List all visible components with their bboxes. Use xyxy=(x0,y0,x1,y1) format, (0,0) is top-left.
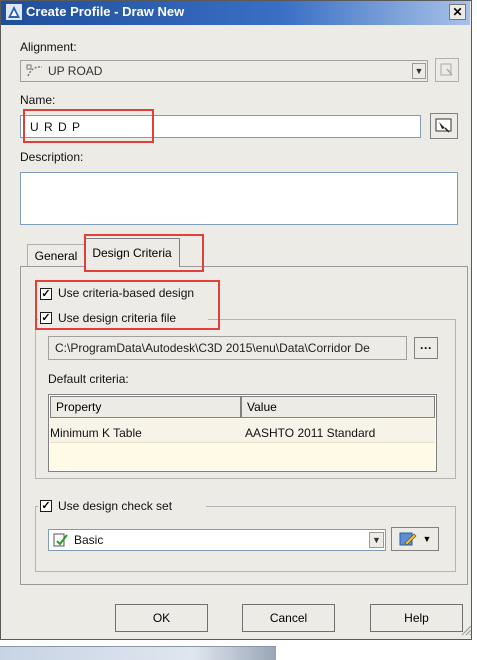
criteria-file-path[interactable]: C:\ProgramData\Autodesk\C3D 2015\enu\Dat… xyxy=(48,336,407,360)
alignment-value: UP ROAD xyxy=(48,64,103,78)
tab-general[interactable]: General xyxy=(27,244,85,266)
edit-name-template-icon xyxy=(435,118,452,133)
design-criteria-tab-highlight xyxy=(84,234,204,272)
tab-general-label: General xyxy=(34,248,78,263)
civil3d-app-icon xyxy=(6,4,22,20)
check-set-icon xyxy=(53,533,68,547)
select-from-drawing-icon xyxy=(440,63,453,76)
name-label: Name: xyxy=(20,93,56,107)
column-header-value[interactable]: Value xyxy=(241,396,435,418)
resize-grip-icon[interactable] xyxy=(460,624,472,636)
chevron-down-icon: ▼ xyxy=(422,534,432,544)
table-cell-value[interactable]: AASHTO 2011 Standard xyxy=(245,426,375,440)
use-design-check-set-label: Use design check set xyxy=(58,499,173,513)
use-design-check-set-checkbox[interactable]: ✓ xyxy=(40,500,52,512)
description-label: Description: xyxy=(20,150,84,164)
cancel-button[interactable]: Cancel xyxy=(242,604,335,632)
column-header-property-label: Property xyxy=(56,400,102,414)
pick-alignment-button[interactable] xyxy=(435,58,459,82)
name-template-button[interactable] xyxy=(430,113,458,139)
name-highlight-box xyxy=(23,109,154,143)
window-title: Create Profile - Draw New xyxy=(26,4,185,19)
criteria-file-path-text: C:\ProgramData\Autodesk\C3D 2015\enu\Dat… xyxy=(55,341,370,355)
description-input[interactable] xyxy=(20,172,458,225)
close-button[interactable]: ✕ xyxy=(449,4,466,20)
help-button[interactable]: Help xyxy=(370,604,463,632)
chevron-down-icon: ▼ xyxy=(372,535,381,545)
criteria-checkboxes-highlight xyxy=(35,280,220,330)
chevron-down-icon: ▼ xyxy=(414,66,424,76)
ok-button[interactable]: OK xyxy=(115,604,208,632)
edit-check-set-button[interactable]: ▼ xyxy=(391,527,439,551)
alignment-dropdown-button[interactable]: ▼ xyxy=(412,63,426,79)
taskbar-strip xyxy=(0,646,276,660)
cancel-button-label: Cancel xyxy=(269,611,308,625)
check-set-dropdown-button[interactable]: ▼ xyxy=(369,532,384,548)
check-set-value: Basic xyxy=(74,533,104,547)
ellipsis-icon: ··· xyxy=(420,341,432,355)
table-cell-property: Minimum K Table xyxy=(50,426,142,440)
default-criteria-label: Default criteria: xyxy=(48,372,129,386)
column-header-property[interactable]: Property xyxy=(50,396,241,418)
ok-button-label: OK xyxy=(152,611,171,625)
browse-criteria-file-button[interactable]: ··· xyxy=(414,337,438,359)
help-button-label: Help xyxy=(404,611,429,625)
alignment-label: Alignment: xyxy=(20,40,77,54)
column-header-value-label: Value xyxy=(247,400,277,414)
edit-pencil-icon xyxy=(399,532,417,546)
close-icon: ✕ xyxy=(452,5,463,19)
alignment-icon xyxy=(26,64,43,77)
